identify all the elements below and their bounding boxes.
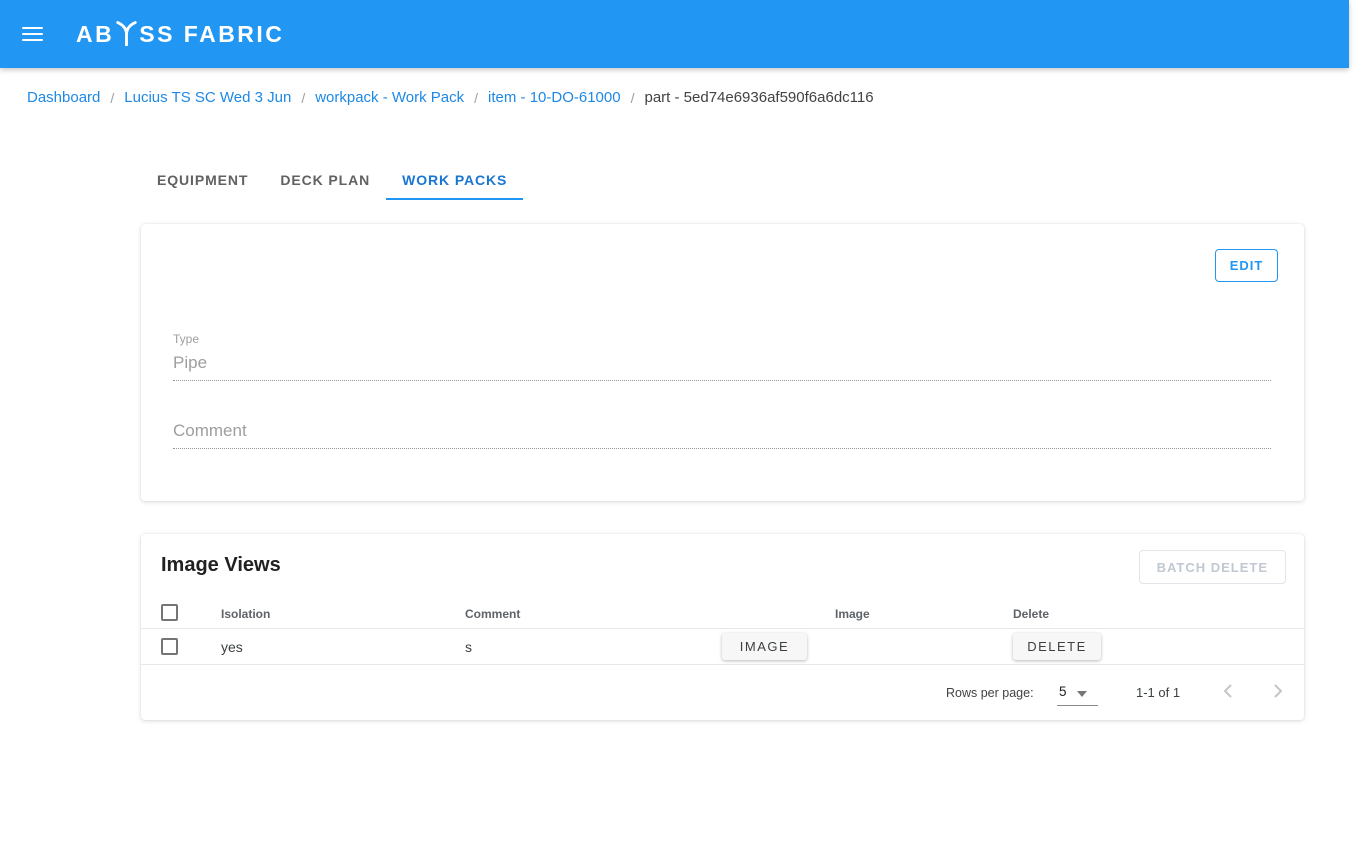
breadcrumb-link-survey[interactable]: Lucius TS SC Wed 3 Jun	[124, 89, 291, 106]
logo-text-right: SS FABRIC	[139, 21, 284, 48]
tab-deck-plan[interactable]: DECK PLAN	[264, 162, 386, 200]
table-row: yes s IMAGE DELETE	[141, 629, 1304, 665]
comment-field-underline	[173, 448, 1271, 449]
menu-icon[interactable]	[22, 23, 43, 45]
table-header-row: Isolation Comment Image Delete	[141, 599, 1304, 629]
delete-button[interactable]: DELETE	[1013, 633, 1101, 660]
breadcrumb-link-workpack[interactable]: workpack - Work Pack	[315, 89, 464, 106]
column-header-delete: Delete	[1013, 607, 1049, 621]
chevron-left-icon[interactable]	[1218, 681, 1238, 706]
breadcrumb-separator: /	[474, 90, 478, 106]
row-checkbox[interactable]	[161, 638, 178, 655]
tab-work-packs[interactable]: WORK PACKS	[386, 162, 523, 200]
edit-button[interactable]: EDIT	[1215, 249, 1278, 282]
cell-comment: s	[465, 639, 472, 655]
app-logo: AB SS FABRIC	[76, 21, 284, 48]
column-header-image: Image	[835, 607, 870, 621]
table-pagination: Rows per page: 5 1-1 of 1	[141, 665, 1304, 720]
app-bar: AB SS FABRIC	[0, 0, 1349, 68]
breadcrumb-separator: /	[631, 90, 635, 106]
breadcrumb: Dashboard / Lucius TS SC Wed 3 Jun / wor…	[27, 89, 1356, 106]
comment-field-placeholder: Comment	[173, 421, 1271, 441]
breadcrumb-separator: /	[301, 90, 305, 106]
rows-per-page-label: Rows per page:	[946, 686, 1034, 700]
caret-down-icon[interactable]	[1077, 691, 1087, 697]
pagination-range-label: 1-1 of 1	[1136, 685, 1180, 700]
column-header-comment: Comment	[465, 607, 520, 621]
chevron-right-icon[interactable]	[1268, 681, 1288, 706]
type-field: Type Pipe	[173, 332, 1271, 381]
breadcrumb-separator: /	[110, 90, 114, 106]
comment-field[interactable]: Comment	[173, 421, 1271, 449]
breadcrumb-current-part: part - 5ed74e6936af590f6a6dc116	[644, 89, 873, 106]
type-field-label: Type	[173, 332, 1271, 346]
rows-per-page-underline	[1057, 705, 1098, 706]
tab-equipment[interactable]: EQUIPMENT	[141, 162, 264, 200]
logo-text-left: AB	[76, 21, 114, 48]
rows-per-page-select[interactable]: 5	[1059, 684, 1067, 699]
select-all-checkbox[interactable]	[161, 604, 178, 621]
type-field-underline	[173, 380, 1271, 381]
type-field-value: Pipe	[173, 353, 1271, 373]
batch-delete-button[interactable]: BATCH DELETE	[1139, 550, 1286, 584]
tab-bar: EQUIPMENT DECK PLAN WORK PACKS	[141, 162, 1356, 200]
image-button[interactable]: IMAGE	[722, 633, 807, 660]
column-header-isolation: Isolation	[221, 607, 270, 621]
trident-y-icon	[116, 21, 137, 46]
part-details-card: EDIT Type Pipe Comment	[141, 224, 1304, 501]
image-views-card: Image Views BATCH DELETE Isolation Comme…	[141, 534, 1304, 720]
image-views-title: Image Views	[161, 554, 281, 577]
breadcrumb-link-dashboard[interactable]: Dashboard	[27, 89, 100, 106]
cell-isolation: yes	[221, 639, 243, 655]
breadcrumb-link-item[interactable]: item - 10-DO-61000	[488, 89, 621, 106]
